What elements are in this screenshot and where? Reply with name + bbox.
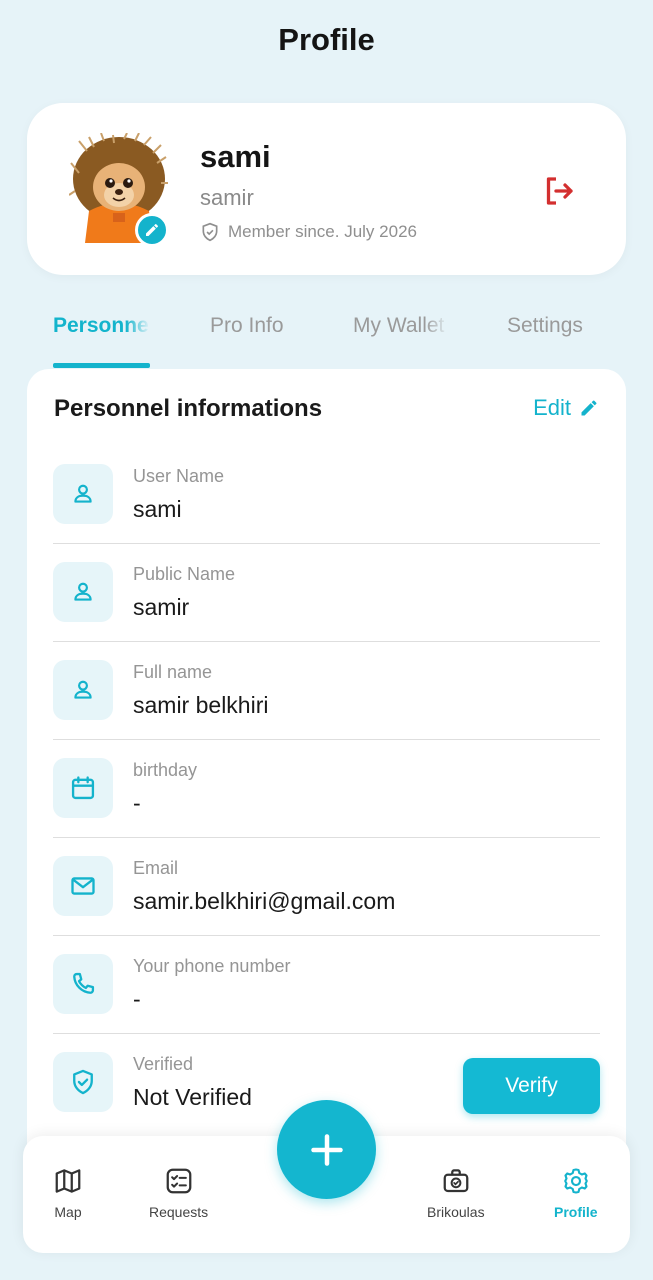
row-icon-box: [53, 464, 113, 524]
member-since-row: Member since. July 2026: [200, 222, 417, 242]
field-value: Not Verified: [133, 1084, 252, 1110]
plus-icon: [310, 1133, 343, 1166]
field-label: Public Name: [133, 564, 236, 584]
verify-button[interactable]: Verify: [463, 1058, 600, 1114]
profile-card: sami samir Member since. July 2026: [27, 103, 626, 275]
nav-label-brikoulas: Brikoulas: [427, 1204, 485, 1220]
field-label: Verified: [133, 1054, 194, 1074]
field-label: Full name: [133, 662, 213, 682]
user-icon: [74, 582, 92, 601]
field-value: samir belkhiri: [133, 692, 269, 718]
field-label: Your phone number: [133, 956, 291, 976]
phone-icon: [73, 972, 95, 994]
field-row-public-name: Public Name samir: [53, 544, 600, 642]
page-title: Profile: [278, 22, 375, 57]
tab-personnel[interactable]: Personnel: [53, 314, 150, 338]
nav-item-profile[interactable]: Profile: [554, 1166, 598, 1220]
section-title: Personnel informations: [54, 395, 323, 422]
tab-my-wallet[interactable]: My Wallet: [353, 314, 449, 338]
toolbox-icon: [443, 1169, 469, 1193]
field-row-full-name: Full name samir belkhiri: [53, 642, 600, 740]
field-value: -: [133, 986, 141, 1012]
map-icon: [55, 1169, 81, 1193]
field-label: User Name: [133, 466, 225, 486]
row-icon-box: [53, 758, 113, 818]
tab-pro-info[interactable]: Pro Info: [210, 314, 284, 338]
gear-icon: [563, 1168, 588, 1194]
tab-settings[interactable]: Settings: [507, 314, 583, 338]
shield-check-icon: [202, 222, 218, 242]
logout-button[interactable]: [539, 171, 579, 211]
shield-check-icon: [73, 1069, 93, 1095]
edit-button[interactable]: Edit: [533, 395, 599, 421]
field-row-user-name: User Name sami: [53, 446, 600, 544]
row-icon-box: [53, 856, 113, 916]
nav-label-requests: Requests: [149, 1204, 209, 1220]
row-icon-box: [53, 660, 113, 720]
user-icon: [74, 680, 92, 699]
field-value: sami: [133, 496, 182, 522]
field-row-phone: Your phone number -: [53, 936, 600, 1034]
pencil-icon: [581, 400, 597, 416]
nav-item-map[interactable]: Map: [53, 1166, 83, 1220]
nav-item-requests[interactable]: Requests: [149, 1166, 208, 1220]
row-icon-box: [53, 562, 113, 622]
add-button[interactable]: [277, 1100, 376, 1199]
user-icon: [74, 484, 92, 503]
field-row-email: Email samir.belkhiri@gmail.com: [53, 838, 600, 936]
personnel-info-card: Personnel informations Edit User Name sa…: [27, 369, 626, 1169]
edit-label: Edit: [533, 395, 571, 420]
field-value: -: [133, 790, 141, 816]
row-icon-box: [53, 1052, 113, 1112]
field-value: samir: [133, 594, 190, 620]
row-icon-box: [53, 954, 113, 1014]
checklist-icon: [166, 1168, 191, 1194]
avatar-edit-button[interactable]: [135, 213, 169, 247]
field-value: samir.belkhiri@gmail.com: [133, 888, 396, 914]
pencil-icon: [146, 223, 158, 236]
field-row-birthday: birthday -: [53, 740, 600, 838]
field-label: birthday: [133, 760, 198, 780]
nav-item-brikoulas[interactable]: Brikoulas: [427, 1166, 485, 1220]
field-label: Email: [133, 858, 179, 878]
mail-icon: [71, 877, 95, 895]
member-since-text: Member since. July 2026: [228, 222, 417, 241]
nav-label-profile: Profile: [554, 1204, 598, 1220]
profile-name: sami: [200, 139, 271, 174]
profile-tabs: Personnel Pro Info My Wallet Settings: [27, 300, 626, 370]
nav-label-map: Map: [54, 1204, 82, 1220]
logout-icon: [546, 177, 573, 205]
active-tab-indicator: [53, 363, 150, 368]
calendar-icon: [71, 776, 95, 800]
profile-public-name: samir: [200, 185, 254, 210]
